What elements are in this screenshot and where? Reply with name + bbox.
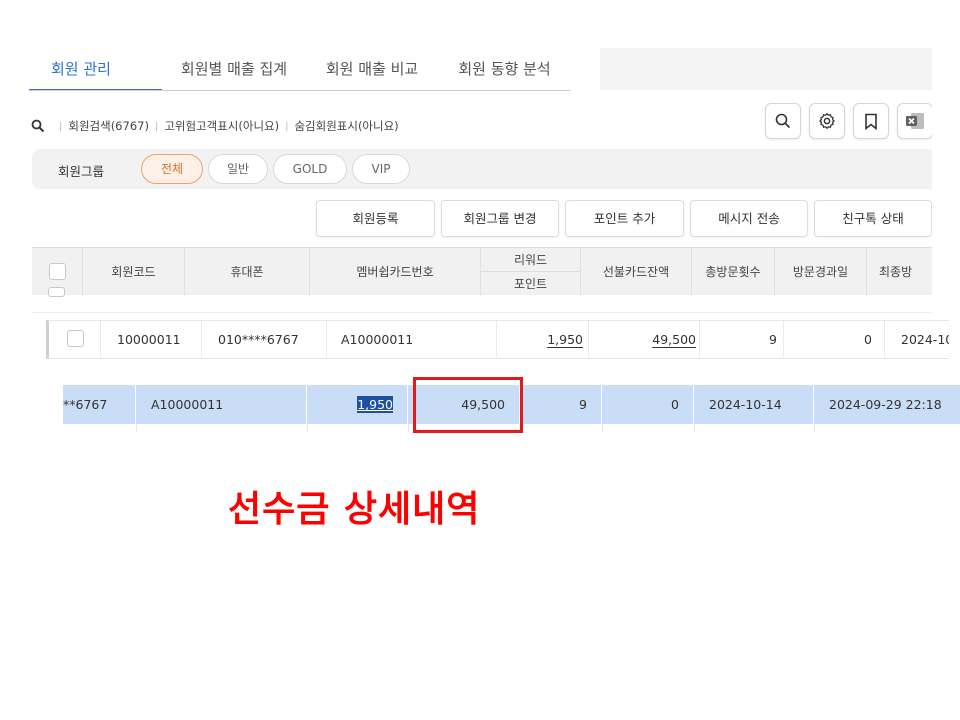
tab-member-trend-analysis[interactable]: 회원 동향 분석 — [438, 48, 571, 91]
table-header: 회원코드 휴대폰 멤버쉽카드번호 리워드 포인트 선불카드잔액 총방문횟수 방문… — [32, 247, 932, 296]
cell-card-number: A10000011 — [327, 321, 497, 358]
group-chip-vip[interactable]: VIP — [352, 154, 410, 184]
tab-member-sales-summary[interactable]: 회원별 매출 집계 — [162, 48, 306, 91]
column-divider — [408, 424, 409, 432]
cell-last-visit: 2024-10-14 — [694, 385, 814, 424]
tab-bar-background — [600, 48, 932, 90]
settings-button[interactable] — [809, 103, 845, 139]
tab-underline — [29, 90, 571, 91]
separator: | — [154, 120, 159, 132]
cell-total-visits: 9 — [700, 321, 784, 358]
cell-last-visit: 2024-10 — [901, 332, 949, 347]
friendtalk-status-button[interactable]: 친구톡 상태 — [814, 200, 932, 237]
reward-points-selected-text[interactable]: 1,950 — [357, 396, 393, 413]
cell-prepaid-balance[interactable]: 49,500 — [589, 321, 700, 358]
table-row[interactable]: 10000011 010****6767 A10000011 1,950 49,… — [46, 320, 949, 359]
column-divider — [814, 424, 815, 432]
search-icon — [31, 119, 45, 133]
column-divider — [136, 424, 137, 432]
column-divider — [307, 424, 308, 432]
group-chip-normal[interactable]: 일반 — [208, 154, 268, 184]
row-checkbox-cell — [49, 321, 101, 358]
prepaid-balance-link[interactable]: 49,500 — [652, 332, 696, 347]
header-total-visits[interactable]: 총방문횟수 — [692, 248, 775, 296]
group-chip-all[interactable]: 전체 — [141, 154, 203, 184]
settings-icon — [819, 112, 835, 130]
cell-reward-points[interactable]: 1,950 — [307, 385, 408, 424]
column-divider — [602, 424, 603, 432]
send-message-button[interactable]: 메시지 전송 — [690, 200, 808, 237]
header-member-code[interactable]: 회원코드 — [83, 248, 185, 296]
search-icon — [775, 113, 791, 129]
member-management-panel: 회원 관리 회원별 매출 집계 회원 매출 비교 회원 동향 분석 | 회원검색… — [29, 48, 932, 313]
separator: | — [59, 120, 63, 132]
cell-days-since-visit: 0 — [784, 321, 885, 358]
select-all-checkbox[interactable] — [48, 263, 66, 280]
tab-member-management[interactable]: 회원 관리 — [29, 48, 162, 91]
reward-points-link[interactable]: 1,950 — [547, 332, 583, 347]
search-summary: | 회원검색(6767) | 고위험고객표시(아니요) | 숨김회원표시(아니요… — [31, 118, 399, 134]
search-filter-hidden[interactable]: 숨김회원표시(아니요) — [294, 118, 398, 134]
search-button[interactable] — [765, 103, 801, 139]
header-card-number[interactable]: 멤버쉽카드번호 — [310, 248, 481, 296]
add-points-button[interactable]: 포인트 추가 — [565, 200, 684, 237]
cell-phone: **6767 — [63, 385, 136, 424]
cell-days-since-visit: 0 — [602, 385, 694, 424]
tab-bar: 회원 관리 회원별 매출 집계 회원 매출 비교 회원 동향 분석 — [29, 48, 571, 91]
search-filter-high-risk[interactable]: 고위험고객표시(아니요) — [164, 118, 279, 134]
change-group-button[interactable]: 회원그룹 변경 — [441, 200, 559, 237]
group-chip-gold[interactable]: GOLD — [273, 154, 347, 184]
cell-card-number: A10000011 — [136, 385, 307, 424]
header-days-since-visit[interactable]: 방문경과일 — [775, 248, 867, 296]
member-group-filter: 회원그룹 전체 일반 GOLD VIP — [32, 149, 932, 189]
highlight-box — [413, 377, 523, 433]
header-points[interactable]: 포인트 — [481, 272, 581, 296]
header-prepaid-balance[interactable]: 선불카드잔액 — [581, 248, 692, 296]
bookmark-button[interactable] — [853, 103, 889, 139]
cell-member-code: 10000011 — [101, 321, 202, 358]
cell-phone: 010****6767 — [202, 321, 327, 358]
search-filter-member[interactable]: 회원검색(6767) — [68, 118, 149, 134]
header-phone[interactable]: 휴대폰 — [185, 248, 310, 296]
separator: | — [285, 120, 289, 132]
bookmark-icon — [865, 113, 877, 130]
register-member-button[interactable]: 회원등록 — [316, 200, 435, 237]
excel-icon — [906, 113, 924, 129]
excel-export-button[interactable] — [897, 103, 932, 139]
row-checkbox[interactable] — [67, 330, 84, 347]
table-row-partial — [32, 287, 932, 313]
cell-registered-at: 2024-09-29 22:18 — [829, 397, 942, 412]
caption-title: 선수금 상세내역 — [228, 489, 481, 530]
header-reward[interactable]: 리워드 — [481, 248, 581, 272]
column-divider — [694, 424, 695, 432]
header-last-visit[interactable]: 최종방 — [867, 248, 932, 296]
member-group-label: 회원그룹 — [58, 164, 105, 179]
cell-total-visits: 9 — [520, 385, 602, 424]
row-checkbox[interactable] — [48, 287, 65, 297]
tab-member-sales-compare[interactable]: 회원 매출 비교 — [306, 48, 438, 91]
cell-reward-points[interactable]: 1,950 — [497, 321, 589, 358]
